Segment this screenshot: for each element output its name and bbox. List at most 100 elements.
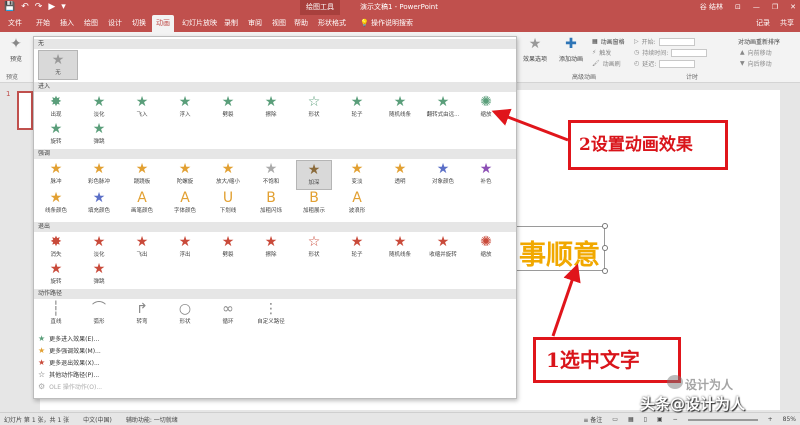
entrance-fade[interactable]: ★ 淡化 <box>81 93 117 123</box>
tab-review[interactable]: 审阅 <box>244 15 266 32</box>
emphasis-grow-shrink[interactable]: ★ 放大/缩小 <box>210 160 246 190</box>
path-loops[interactable]: ∞ 循环 <box>210 300 246 330</box>
emphasis-spin[interactable]: ★ 陀螺旋 <box>167 160 203 190</box>
add-animation-button[interactable]: ✚ 添加动画 <box>556 36 586 63</box>
undo-icon[interactable]: ↶ <box>21 2 29 13</box>
emphasis-lighten[interactable]: ★ 变淡 <box>339 160 375 190</box>
entrance-bounce[interactable]: ★ 弹跳 <box>81 120 117 150</box>
tab-design[interactable]: 设计 <box>104 15 126 32</box>
duration-input[interactable] <box>671 48 708 57</box>
tab-draw[interactable]: 绘图 <box>80 15 102 32</box>
tab-slideshow[interactable]: 幻灯片放映 <box>178 15 221 32</box>
preview-button[interactable]: ✦ 预览 <box>4 36 28 63</box>
emphasis-color-pulse[interactable]: ★ 彩色脉冲 <box>81 160 117 190</box>
tell-me-search[interactable]: 💡 操作说明搜索 <box>356 15 417 32</box>
slide-sorter-icon[interactable]: ▦ <box>628 416 634 423</box>
emphasis-transparency[interactable]: ★ 透明 <box>382 160 418 190</box>
emphasis-bold-flash[interactable]: B 加粗闪烁 <box>253 189 289 219</box>
emphasis-bold-reveal[interactable]: B 加粗展示 <box>296 189 332 219</box>
accessibility-status[interactable]: 辅助功能: 一切就绪 <box>126 415 178 424</box>
effect-none[interactable]: ★ 无 <box>38 50 78 80</box>
entrance-fly-in[interactable]: ★ 飞入 <box>124 93 160 123</box>
emphasis-desaturate[interactable]: ★ 不饱和 <box>253 160 289 190</box>
language-indicator[interactable]: 中文(中国) <box>83 415 112 424</box>
tab-view[interactable]: 视图 <box>268 15 290 32</box>
animation-pane-button[interactable]: ▦ 动画窗格 <box>592 37 625 46</box>
redo-icon[interactable]: ↷ <box>35 2 43 13</box>
move-later-button[interactable]: ▼ 向后移动 <box>740 59 772 68</box>
exit-random-bars[interactable]: ★ 随机线条 <box>382 233 418 263</box>
path-turns[interactable]: ↱ 转弯 <box>124 300 160 330</box>
trigger-button[interactable]: ⚡ 触发 <box>592 48 611 57</box>
close-icon[interactable]: ✕ <box>790 0 796 15</box>
exit-split[interactable]: ★ 劈裂 <box>210 233 246 263</box>
emphasis-complementary-color[interactable]: ★ 补色 <box>468 160 504 190</box>
restore-icon[interactable]: ❐ <box>772 0 778 15</box>
slideshow-icon[interactable]: ▣ <box>657 416 663 423</box>
more-entrance-effects[interactable]: ★ 更多进入效果(E)... <box>38 333 99 343</box>
path-custom[interactable]: ⋮ 自定义路径 <box>253 300 289 330</box>
emphasis-teeter[interactable]: ★ 跷跷板 <box>124 160 160 190</box>
zoom-slider[interactable] <box>687 418 758 421</box>
tab-insert[interactable]: 插入 <box>56 15 78 32</box>
effect-options-button[interactable]: ★ 效果选项 <box>518 36 552 63</box>
customize-icon[interactable]: ▾ <box>61 2 66 13</box>
emphasis-darken[interactable]: ★ 加深 <box>296 160 332 190</box>
emphasis-object-color[interactable]: ★ 对象颜色 <box>425 160 461 190</box>
move-earlier-button[interactable]: ▲ 向前移动 <box>740 48 772 57</box>
record-button[interactable]: 记录 <box>756 15 770 32</box>
emphasis-wave[interactable]: A 波浪形 <box>339 189 375 219</box>
entrance-grow-turn[interactable]: ★ 翻转式由远... <box>425 93 461 123</box>
entrance-zoom[interactable]: ✺ 缩放 <box>468 93 504 123</box>
emphasis-pulse[interactable]: ★ 脉冲 <box>38 160 74 190</box>
delay-input[interactable] <box>659 59 696 68</box>
resize-handle[interactable] <box>602 245 608 251</box>
emphasis-line-color[interactable]: ★ 线条颜色 <box>38 189 74 219</box>
more-motion-paths[interactable]: ☆ 其他动作路径(P)... <box>38 369 99 379</box>
tab-file[interactable]: 文件 <box>4 15 26 32</box>
emphasis-font-color[interactable]: A 字体颜色 <box>167 189 203 219</box>
exit-wipe[interactable]: ★ 擦除 <box>253 233 289 263</box>
exit-swivel[interactable]: ★ 旋转 <box>38 260 74 290</box>
path-lines[interactable]: ┆ 直线 <box>38 300 74 330</box>
more-emphasis-effects[interactable]: ★ 更多强调效果(M)... <box>38 345 101 355</box>
emphasis-underline[interactable]: U 下划线 <box>210 189 246 219</box>
resize-handle[interactable] <box>602 223 608 229</box>
tab-help[interactable]: 帮助 <box>290 15 312 32</box>
tab-transitions[interactable]: 切换 <box>128 15 150 32</box>
entrance-swivel[interactable]: ★ 旋转 <box>38 120 74 150</box>
exit-fade[interactable]: ★ 淡化 <box>81 233 117 263</box>
exit-shrink-turn[interactable]: ★ 收缩并旋转 <box>425 233 461 263</box>
tab-record[interactable]: 录制 <box>220 15 242 32</box>
slide-thumbnail[interactable] <box>17 91 33 130</box>
exit-float-out[interactable]: ★ 浮出 <box>167 233 203 263</box>
emphasis-fill-color[interactable]: ★ 填充颜色 <box>81 189 117 219</box>
user-name[interactable]: 谷 结林 <box>700 0 723 15</box>
start-icon[interactable]: ▶ <box>48 2 55 13</box>
tab-shape-format[interactable]: 形状格式 <box>314 15 350 32</box>
more-exit-effects[interactable]: ★ 更多退出效果(X)... <box>38 357 100 367</box>
slide-text[interactable]: 事顺意 <box>519 233 600 272</box>
notes-button[interactable]: ≡ 备注 <box>583 415 602 424</box>
entrance-split[interactable]: ★ 劈裂 <box>210 93 246 123</box>
tab-home[interactable]: 开始 <box>32 15 54 32</box>
entrance-random-bars[interactable]: ★ 随机线条 <box>382 93 418 123</box>
path-arcs[interactable]: ⌒ 弧形 <box>81 300 117 330</box>
reading-view-icon[interactable]: ▯ <box>644 416 647 423</box>
share-button[interactable]: 共享 <box>780 15 794 32</box>
entrance-float-in[interactable]: ★ 浮入 <box>167 93 203 123</box>
tab-animations[interactable]: 动画 <box>152 15 174 32</box>
exit-wheel[interactable]: ★ 轮子 <box>339 233 375 263</box>
entrance-shape[interactable]: ☆ 形状 <box>296 93 332 123</box>
normal-view-icon[interactable]: ▭ <box>612 416 618 423</box>
resize-handle[interactable] <box>602 268 608 274</box>
animation-painter-button[interactable]: 🖌 动画刷 <box>592 59 621 68</box>
exit-disappear[interactable]: ✸ 消失 <box>38 233 74 263</box>
selected-text-box[interactable]: 事顺意 <box>502 223 608 274</box>
entrance-wheel[interactable]: ★ 轮子 <box>339 93 375 123</box>
ribbon-options-icon[interactable]: ⊡ <box>735 0 741 15</box>
exit-bounce[interactable]: ★ 弹跳 <box>81 260 117 290</box>
zoom-in-button[interactable]: + <box>768 416 773 423</box>
zoom-level[interactable]: 85% <box>783 416 796 423</box>
exit-shape[interactable]: ☆ 形状 <box>296 233 332 263</box>
